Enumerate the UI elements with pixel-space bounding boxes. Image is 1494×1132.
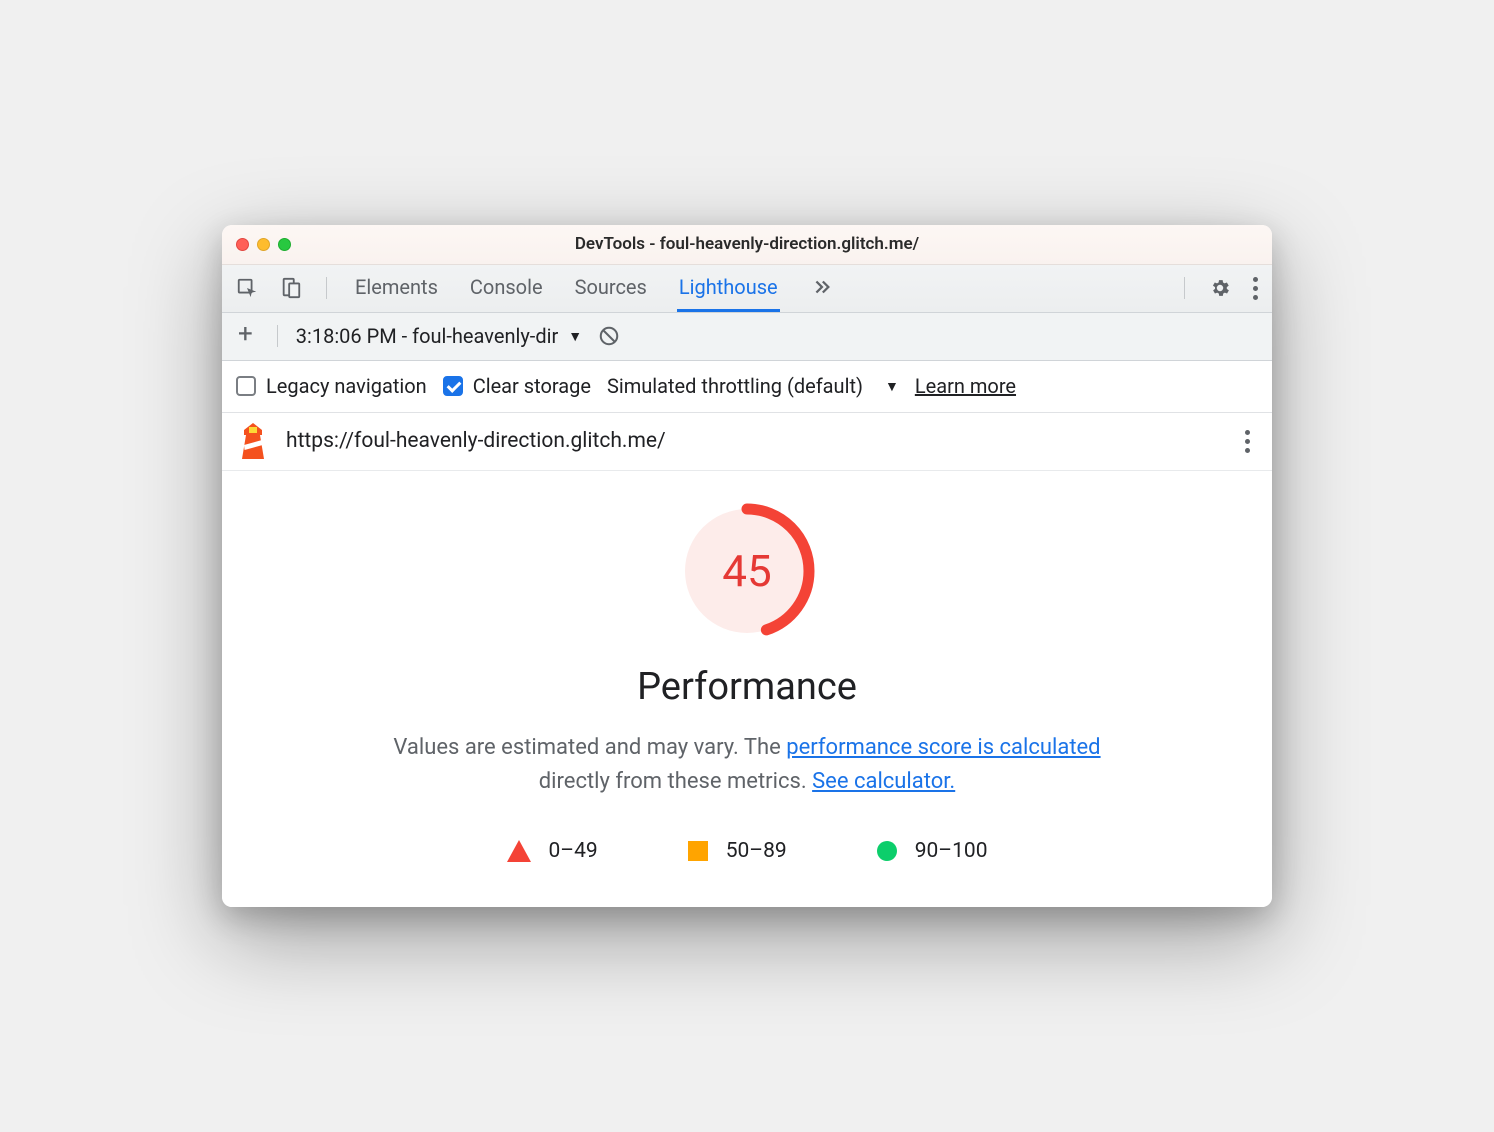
legend-average-range: 50–89 — [726, 839, 787, 863]
lighthouse-options: Legacy navigation Clear storage Simulate… — [222, 361, 1272, 413]
performance-score: 45 — [677, 501, 817, 641]
lighthouse-report: 45 Performance Values are estimated and … — [222, 471, 1272, 907]
titlebar: DevTools - foul-heavenly-direction.glitc… — [222, 225, 1272, 265]
legacy-navigation-label: Legacy navigation — [266, 374, 427, 398]
checkbox-checked-icon — [443, 376, 463, 396]
tabbar-left — [230, 271, 343, 305]
lighthouse-subtoolbar: + 3:18:06 PM - foul-heavenly-dir ▼ — [222, 313, 1272, 361]
tab-elements[interactable]: Elements — [353, 265, 440, 312]
lighthouse-logo-icon — [238, 423, 268, 459]
divider — [277, 325, 278, 347]
report-select[interactable]: 3:18:06 PM - foul-heavenly-dir ▼ — [296, 324, 582, 348]
tabbar-right — [1176, 271, 1264, 306]
maximize-window-button[interactable] — [278, 238, 291, 251]
triangle-icon — [507, 840, 531, 862]
tab-sources[interactable]: Sources — [573, 265, 649, 312]
report-url: https://foul-heavenly-direction.glitch.m… — [286, 429, 1221, 453]
inspect-element-icon[interactable] — [230, 271, 264, 305]
devtools-tabbar: Elements Console Sources Lighthouse — [222, 265, 1272, 313]
clear-icon[interactable] — [592, 319, 626, 353]
divider — [1184, 277, 1185, 299]
minimize-window-button[interactable] — [257, 238, 270, 251]
more-menu-icon[interactable] — [1247, 271, 1264, 306]
device-toolbar-icon[interactable] — [274, 271, 308, 305]
throttling-select[interactable]: Simulated throttling (default) ▼ — [607, 374, 899, 398]
checkbox-unchecked-icon — [236, 376, 256, 396]
divider — [326, 277, 327, 299]
tab-console[interactable]: Console — [468, 265, 545, 312]
url-row: https://foul-heavenly-direction.glitch.m… — [222, 413, 1272, 471]
learn-more-link[interactable]: Learn more — [915, 374, 1016, 398]
legacy-navigation-checkbox[interactable]: Legacy navigation — [236, 374, 427, 398]
clear-storage-label: Clear storage — [473, 374, 591, 398]
tab-lighthouse[interactable]: Lighthouse — [677, 265, 780, 312]
report-menu-icon[interactable] — [1239, 424, 1256, 459]
tab-overflow[interactable] — [808, 265, 834, 312]
performance-heading: Performance — [262, 665, 1232, 709]
traffic-lights — [236, 238, 291, 251]
legend-average: 50–89 — [688, 839, 787, 863]
score-calculated-link[interactable]: performance score is calculated — [786, 735, 1100, 760]
gear-icon[interactable] — [1203, 271, 1237, 305]
new-report-button[interactable]: + — [232, 321, 259, 351]
square-icon — [688, 841, 708, 861]
see-calculator-link[interactable]: See calculator. — [812, 769, 955, 794]
close-window-button[interactable] — [236, 238, 249, 251]
legend-pass-range: 90–100 — [915, 839, 988, 863]
score-legend: 0–49 50–89 90–100 — [262, 839, 1232, 863]
circle-icon — [877, 841, 897, 861]
tabs: Elements Console Sources Lighthouse — [353, 265, 834, 312]
clear-storage-checkbox[interactable]: Clear storage — [443, 374, 591, 398]
report-select-label: 3:18:06 PM - foul-heavenly-dir — [296, 324, 559, 348]
chevron-down-icon: ▼ — [885, 378, 899, 395]
legend-fail-range: 0–49 — [549, 839, 598, 863]
window-title: DevTools - foul-heavenly-direction.glitc… — [222, 234, 1272, 254]
throttling-label: Simulated throttling (default) — [607, 374, 863, 398]
performance-description: Values are estimated and may vary. The p… — [357, 731, 1137, 799]
performance-gauge[interactable]: 45 — [677, 501, 817, 641]
devtools-window: DevTools - foul-heavenly-direction.glitc… — [222, 225, 1272, 907]
legend-fail: 0–49 — [507, 839, 598, 863]
chevron-down-icon: ▼ — [568, 328, 582, 345]
legend-pass: 90–100 — [877, 839, 988, 863]
